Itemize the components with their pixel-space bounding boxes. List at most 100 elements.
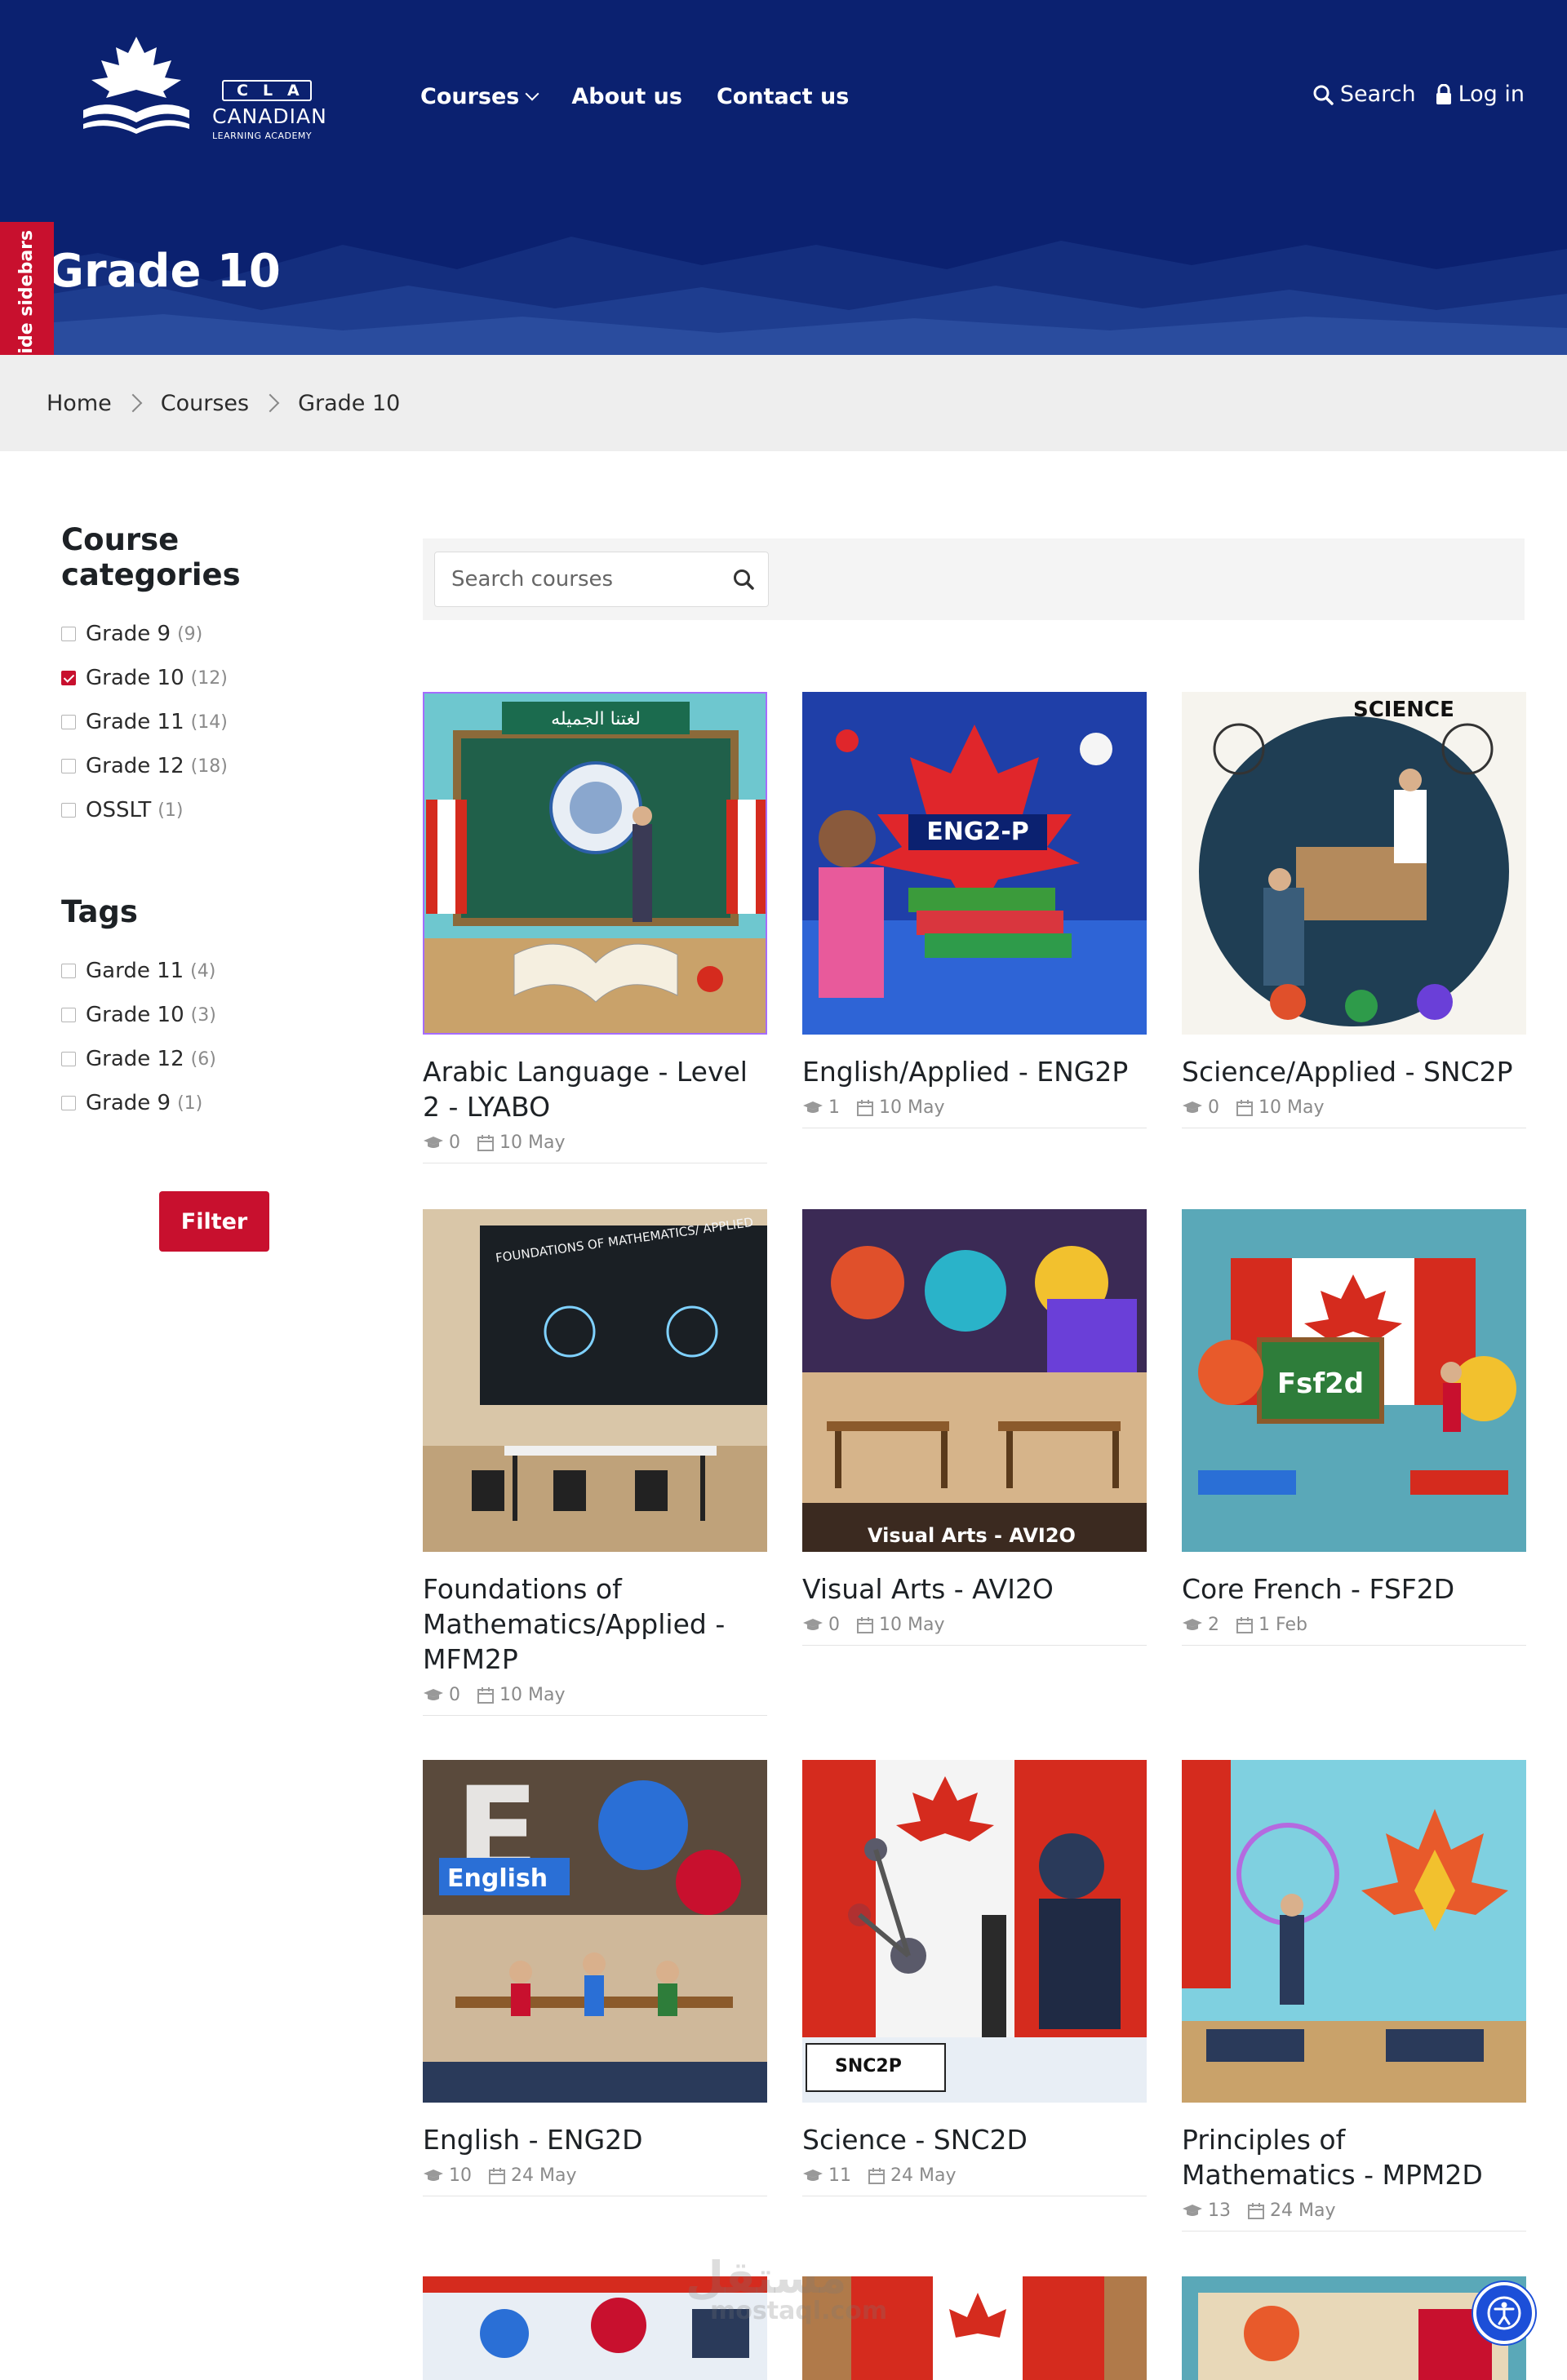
course-date: 10 May [879,1097,945,1118]
student-count: 0 [449,1685,460,1705]
tag-label: Grade 10 [86,1003,184,1027]
course-meta: 10 24 May [423,2165,767,2196]
course-card[interactable]: Fsf2d Core French - FSF2D 2 1 Feb [1182,1209,1526,1646]
checkbox[interactable] [61,759,76,773]
course-title[interactable]: Science/Applied - SNC2P [1182,1054,1526,1089]
course-thumbnail[interactable]: SNC2P [802,1760,1147,2103]
checkbox[interactable] [61,715,76,729]
course-title[interactable]: Visual Arts - AVI2O [802,1571,1147,1607]
course-thumbnail[interactable] [1182,1760,1526,2103]
course-card[interactable]: ENG2-P English/Applied - ENG2P 1 10 May [802,692,1147,1128]
category-count: (14) [190,711,228,733]
graduation-cap-icon [803,2169,823,2181]
course-date: 1 Feb [1258,1615,1307,1635]
calendar-icon [1248,2202,1264,2219]
course-title[interactable]: Core French - FSF2D [1182,1571,1526,1607]
category-item-osslt[interactable]: OSSLT (1) [61,788,363,832]
calendar-icon [857,1616,873,1633]
course-thumbnail[interactable]: Visual Arts - AVI2O [802,1209,1147,1552]
nav-courses-label: Courses [420,83,520,109]
checkbox-checked[interactable] [61,671,76,685]
course-date: 24 May [890,2165,957,2186]
nav-about-us[interactable]: About us [571,82,682,111]
breadcrumb: Home Courses Grade 10 [0,355,1567,451]
checkbox[interactable] [61,1008,76,1022]
thumb-caption: لغتنا الجميله [551,709,641,729]
site-logo[interactable]: CLA CANADIAN LEARNING ACADEMY [75,33,336,147]
tag-count: (3) [190,1004,216,1026]
course-thumbnail[interactable]: لغتنا الجميله [423,692,767,1035]
course-card[interactable]: Visual Arts - AVI2O Visual Arts - AVI2O … [802,1209,1147,1646]
thumb-caption: ENG2-P [926,818,1029,846]
course-search-panel [423,538,1525,620]
category-label: Grade 10 [86,666,184,690]
category-item-grade-11[interactable]: Grade 11 (14) [61,700,363,744]
chevron-down-icon [525,86,539,101]
breadcrumb-courses[interactable]: Courses [161,391,249,416]
course-thumbnail[interactable]: SCIENCE [1182,692,1526,1035]
category-item-grade-9[interactable]: Grade 9 (9) [61,612,363,656]
checkbox[interactable] [61,1052,76,1066]
tag-count: (4) [190,960,216,982]
breadcrumb-home[interactable]: Home [47,391,112,416]
course-date: 10 May [499,1132,566,1153]
graduation-cap-icon [424,1136,443,1148]
lock-icon [1436,83,1451,104]
header-search-button[interactable]: Search [1312,82,1416,107]
course-title[interactable]: Foundations of Mathematics/Applied - MFM… [423,1571,767,1677]
calendar-icon [477,1134,494,1151]
nav-about-label: About us [571,83,682,109]
tag-item-grade-12[interactable]: Grade 12 (6) [61,1037,363,1081]
login-button[interactable]: Log in [1436,82,1525,107]
graduation-cap-icon [803,1101,823,1113]
course-title[interactable]: Science - SNC2D [802,2122,1147,2157]
tag-item-grade-10[interactable]: Grade 10 (3) [61,993,363,1037]
logo-subtitle: LEARNING ACADEMY [212,131,313,141]
course-card[interactable]: Principles of Mathematics - MPM2D 13 24 … [1182,1760,1526,2232]
course-search-button[interactable] [719,552,768,606]
course-card[interactable]: لغتنا الجميله Arabic Language - Level 2 … [423,692,767,1163]
logo-name: CANADIAN [212,104,327,128]
course-thumbnail[interactable]: ENG2-P [802,692,1147,1035]
graduation-cap-icon [1183,1101,1202,1113]
tag-item-garde-11[interactable]: Garde 11 (4) [61,949,363,993]
course-thumbnail[interactable]: Fsf2d [1182,1209,1526,1552]
tag-label: Grade 9 [86,1091,171,1115]
category-item-grade-10[interactable]: Grade 10 (12) [61,656,363,700]
checkbox[interactable] [61,627,76,641]
breadcrumb-current: Grade 10 [298,390,401,416]
filters-sidebar: Course categories Grade 9 (9) Grade 10 (12… [61,522,363,1125]
nav-contact-label: Contact us [716,83,850,109]
course-thumbnail[interactable] [1182,2276,1526,2380]
filter-button[interactable]: Filter [159,1191,269,1252]
course-thumbnail[interactable]: FOUNDATIONS OF MATHEMATICS/ APPLIED [423,1209,767,1552]
course-meta: 1 10 May [802,1097,1147,1128]
course-title[interactable]: English/Applied - ENG2P [802,1054,1147,1089]
course-title[interactable]: Principles of Mathematics - MPM2D [1182,2122,1526,2192]
course-card[interactable]: E English English - ENG2D 10 24 May [423,1760,767,2196]
course-date: 10 May [1258,1097,1325,1118]
course-search-input[interactable] [435,552,719,606]
checkbox[interactable] [61,803,76,818]
student-count: 2 [1208,1615,1219,1635]
categories-heading: Course categories [61,522,241,592]
tag-item-grade-9[interactable]: Grade 9 (1) [61,1081,363,1125]
watermark-url: mostaql.com [710,2297,888,2325]
course-title[interactable]: Arabic Language - Level 2 - LYABO [423,1054,767,1124]
course-thumbnail[interactable]: E English [423,1760,767,2103]
course-title[interactable]: English - ENG2D [423,2122,767,2157]
course-card[interactable] [1182,2276,1526,2380]
checkbox[interactable] [61,964,76,978]
course-card[interactable]: FOUNDATIONS OF MATHEMATICS/ APPLIED Foun… [423,1209,767,1716]
course-card[interactable]: SCIENCE Science/Applied - SNC2P 0 10 May [1182,692,1526,1128]
thumb-caption: English [447,1864,548,1893]
accessibility-button[interactable] [1473,2282,1535,2344]
category-item-grade-12[interactable]: Grade 12 (18) [61,744,363,788]
calendar-icon [1236,1099,1253,1116]
nav-courses[interactable]: Courses [420,82,539,111]
course-card[interactable]: SNC2P Science - SNC2D 11 24 May [802,1760,1147,2196]
category-count: (12) [190,667,228,689]
logo-badge: CLA [222,80,312,101]
nav-contact-us[interactable]: Contact us [717,82,849,111]
checkbox[interactable] [61,1096,76,1110]
